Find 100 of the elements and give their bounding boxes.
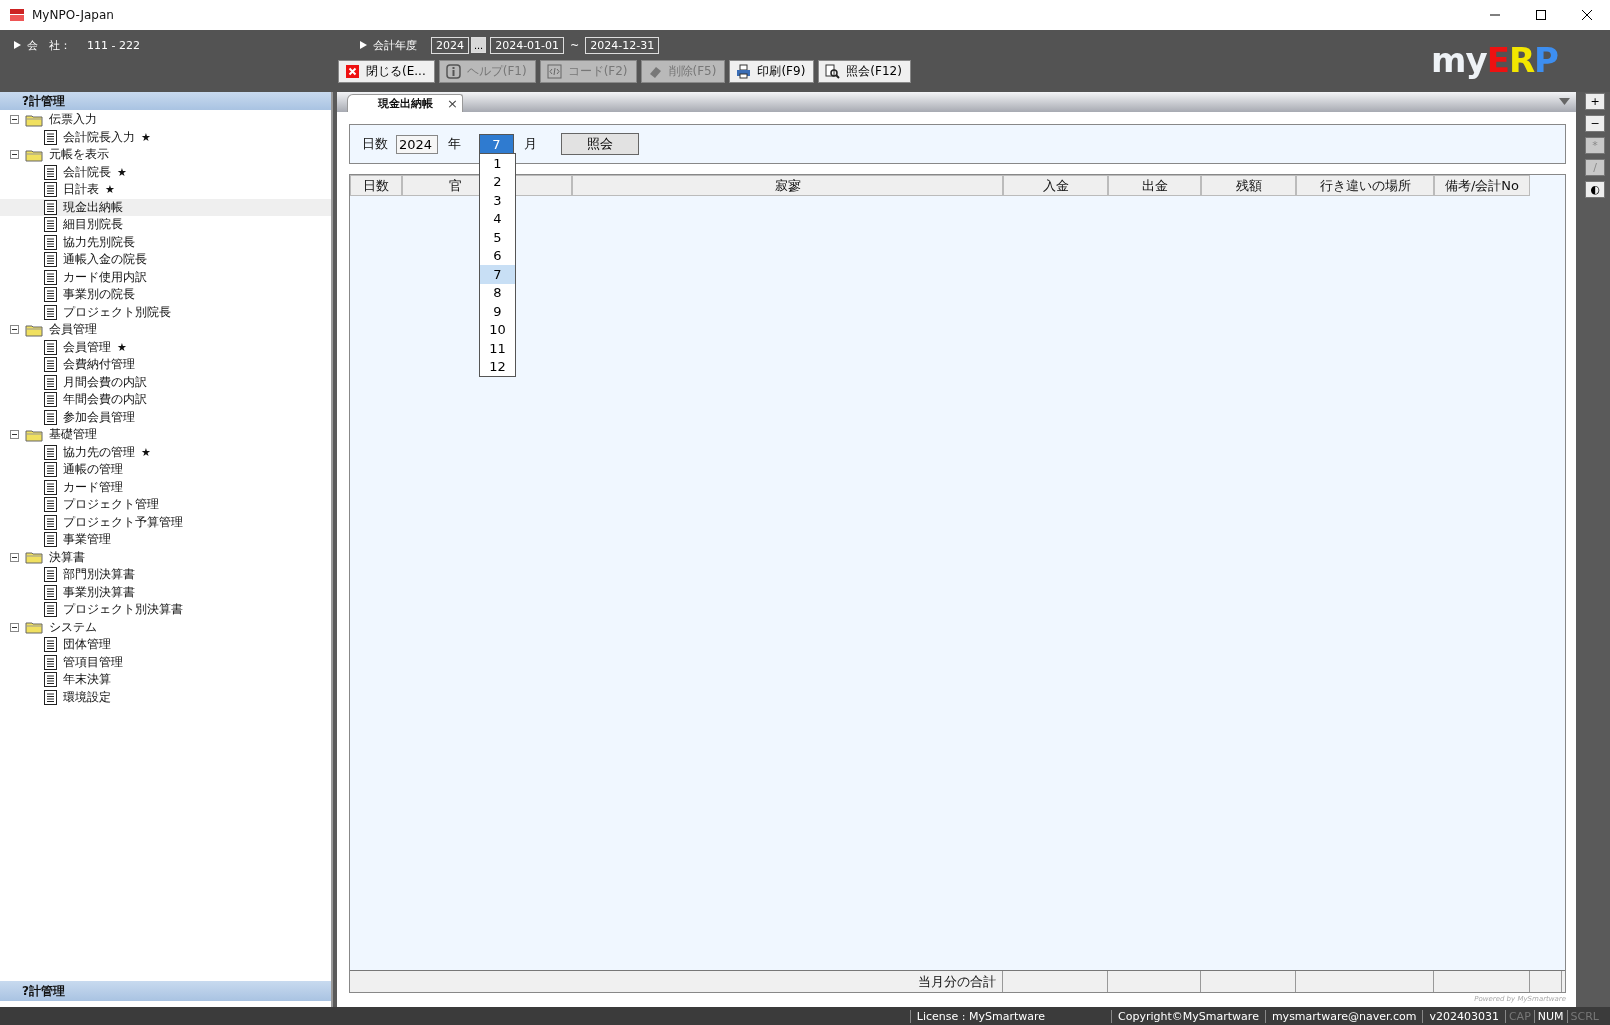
tree-item[interactable]: 環境設定 bbox=[0, 688, 331, 706]
tree-item[interactable]: 事業別の院長 bbox=[0, 286, 331, 304]
status-text: License : MySmartware bbox=[909, 1009, 1052, 1023]
side-tool-button[interactable]: + bbox=[1585, 93, 1605, 110]
document-icon bbox=[44, 602, 57, 618]
tree-item[interactable]: 協力先別院長 bbox=[0, 233, 331, 251]
key-indicator: CAP bbox=[1504, 1009, 1534, 1023]
company-value: 111 - 222 bbox=[87, 38, 140, 52]
tree-item[interactable]: 部門別決算書 bbox=[0, 566, 331, 584]
tree-item[interactable]: 参加会員管理 bbox=[0, 408, 331, 426]
tree-item-label: 管項目管理 bbox=[63, 653, 123, 671]
tree-item[interactable]: 事業管理 bbox=[0, 531, 331, 549]
tree-item[interactable]: 現金出納帳 bbox=[0, 198, 331, 216]
tree-item[interactable]: プロジェクト予算管理 bbox=[0, 513, 331, 531]
month-option[interactable]: 1 bbox=[480, 154, 515, 173]
query-button[interactable]: 照会 bbox=[561, 133, 639, 155]
fiscal-year-field[interactable]: 2024 bbox=[430, 36, 469, 54]
tree-item[interactable]: 日計表 ★ bbox=[0, 181, 331, 199]
tree-item[interactable]: 会員管理 ★ bbox=[0, 338, 331, 356]
caret-icon[interactable] bbox=[1559, 98, 1570, 105]
document-icon bbox=[44, 252, 57, 268]
tree-item[interactable]: カード管理 bbox=[0, 478, 331, 496]
favorite-label: ★ bbox=[105, 183, 115, 197]
tree-item[interactable]: 年末決算 bbox=[0, 671, 331, 689]
tree-group[interactable]: システム bbox=[49, 618, 97, 636]
tree-item-label: 協力先の管理 bbox=[63, 443, 135, 461]
column-header: 残額 bbox=[1201, 175, 1296, 196]
tree-item[interactable]: 会計院長 ★ bbox=[0, 163, 331, 181]
tree-item[interactable]: 事業別決算書 bbox=[0, 583, 331, 601]
month-dropdown[interactable]: 7 bbox=[479, 134, 514, 154]
collapse-icon[interactable] bbox=[10, 552, 19, 562]
document-icon bbox=[44, 567, 57, 583]
favorite-label: ★ bbox=[117, 165, 127, 179]
tree-item-label: 環境設定 bbox=[63, 688, 111, 706]
column-header: 日数 bbox=[350, 175, 402, 196]
tree-group[interactable]: 会員管理 bbox=[49, 321, 97, 339]
tree-item-label: プロジェクト予算管理 bbox=[63, 513, 183, 531]
month-option[interactable]: 6 bbox=[480, 246, 515, 265]
toolbar-button[interactable]: 閉じる(E... bbox=[338, 60, 435, 83]
tree-item[interactable]: 団体管理 bbox=[0, 636, 331, 654]
year-field[interactable]: 2024 bbox=[396, 134, 438, 154]
tree-item-label: 月間会費の内訳 bbox=[63, 373, 147, 391]
month-option[interactable]: 4 bbox=[480, 209, 515, 228]
toolbar-button[interactable]: 照会(F12) bbox=[818, 60, 911, 83]
collapse-icon[interactable] bbox=[10, 325, 19, 335]
sidebar-footer[interactable]: ?計管理 bbox=[0, 981, 331, 1001]
tree-group[interactable]: 決算書 bbox=[49, 548, 85, 566]
month-option[interactable]: 11 bbox=[480, 339, 515, 358]
tree-item[interactable]: 通帳入金の院長 bbox=[0, 251, 331, 269]
tab[interactable]: 現金出納帳 × bbox=[347, 94, 463, 112]
month-option[interactable]: 9 bbox=[480, 302, 515, 321]
side-tool-button[interactable]: ◐ bbox=[1585, 181, 1605, 198]
tree-group[interactable]: 伝票入力 bbox=[49, 111, 97, 129]
tree-item[interactable]: カード使用内訳 bbox=[0, 268, 331, 286]
tree-item[interactable]: 年間会費の内訳 bbox=[0, 391, 331, 409]
tab-close-button[interactable]: × bbox=[447, 96, 458, 111]
tree-item[interactable]: 月間会費の内訳 bbox=[0, 373, 331, 391]
document-icon bbox=[44, 444, 57, 460]
collapse-icon[interactable] bbox=[10, 622, 19, 632]
tree-item[interactable]: 通帳の管理 bbox=[0, 461, 331, 479]
fiscal-year-button[interactable]: ... bbox=[470, 37, 487, 53]
date-from-field[interactable]: 2024-01-01 bbox=[490, 36, 565, 54]
tree-item[interactable]: 会費納付管理 bbox=[0, 356, 331, 374]
tree-group[interactable]: 基礎管理 bbox=[49, 426, 97, 444]
side-tool-button[interactable]: − bbox=[1585, 115, 1605, 132]
collapse-icon[interactable] bbox=[10, 115, 19, 125]
tree-item-label: プロジェクト別院長 bbox=[63, 303, 171, 321]
toolbar-button[interactable]: 印刷(F9) bbox=[729, 60, 815, 83]
month-option[interactable]: 7 bbox=[480, 265, 515, 284]
date-to-field[interactable]: 2024-12-31 bbox=[585, 36, 660, 54]
tree-item[interactable]: 協力先の管理 ★ bbox=[0, 443, 331, 461]
tree-item[interactable]: 会計院長入力 ★ bbox=[0, 128, 331, 146]
month-option[interactable]: 5 bbox=[480, 228, 515, 247]
window-title: MyNPO-Japan bbox=[32, 8, 114, 22]
tree-item-label: 協力先別院長 bbox=[63, 233, 135, 251]
collapse-icon[interactable] bbox=[10, 430, 19, 440]
month-option[interactable]: 8 bbox=[480, 283, 515, 302]
tree-item[interactable]: 細目別院長 bbox=[0, 216, 331, 234]
month-option[interactable]: 10 bbox=[480, 320, 515, 339]
printer-icon bbox=[736, 64, 752, 79]
tree-item-label: 団体管理 bbox=[63, 636, 111, 654]
document-icon bbox=[44, 217, 57, 233]
document-icon bbox=[44, 287, 57, 303]
document-icon bbox=[44, 689, 57, 705]
tree-item-label: プロジェクト別決算書 bbox=[63, 601, 183, 619]
collapse-icon[interactable] bbox=[10, 150, 19, 160]
tree-item-label: 参加会員管理 bbox=[63, 408, 135, 426]
document-icon bbox=[44, 462, 57, 478]
company-label: 会 社： bbox=[27, 37, 71, 53]
tree-item[interactable]: プロジェクト別決算書 bbox=[0, 601, 331, 619]
tree-group[interactable]: 元帳を表示 bbox=[49, 146, 109, 164]
month-option[interactable]: 2 bbox=[480, 172, 515, 191]
tree-item[interactable]: プロジェクト管理 bbox=[0, 496, 331, 514]
tree-item[interactable]: 管項目管理 bbox=[0, 653, 331, 671]
tree-item[interactable]: プロジェクト別院長 bbox=[0, 303, 331, 321]
document-icon bbox=[44, 129, 57, 145]
key-indicator: NUM bbox=[1533, 1009, 1567, 1023]
document-icon bbox=[44, 514, 57, 530]
month-option[interactable]: 12 bbox=[480, 357, 515, 376]
document-icon bbox=[44, 234, 57, 250]
